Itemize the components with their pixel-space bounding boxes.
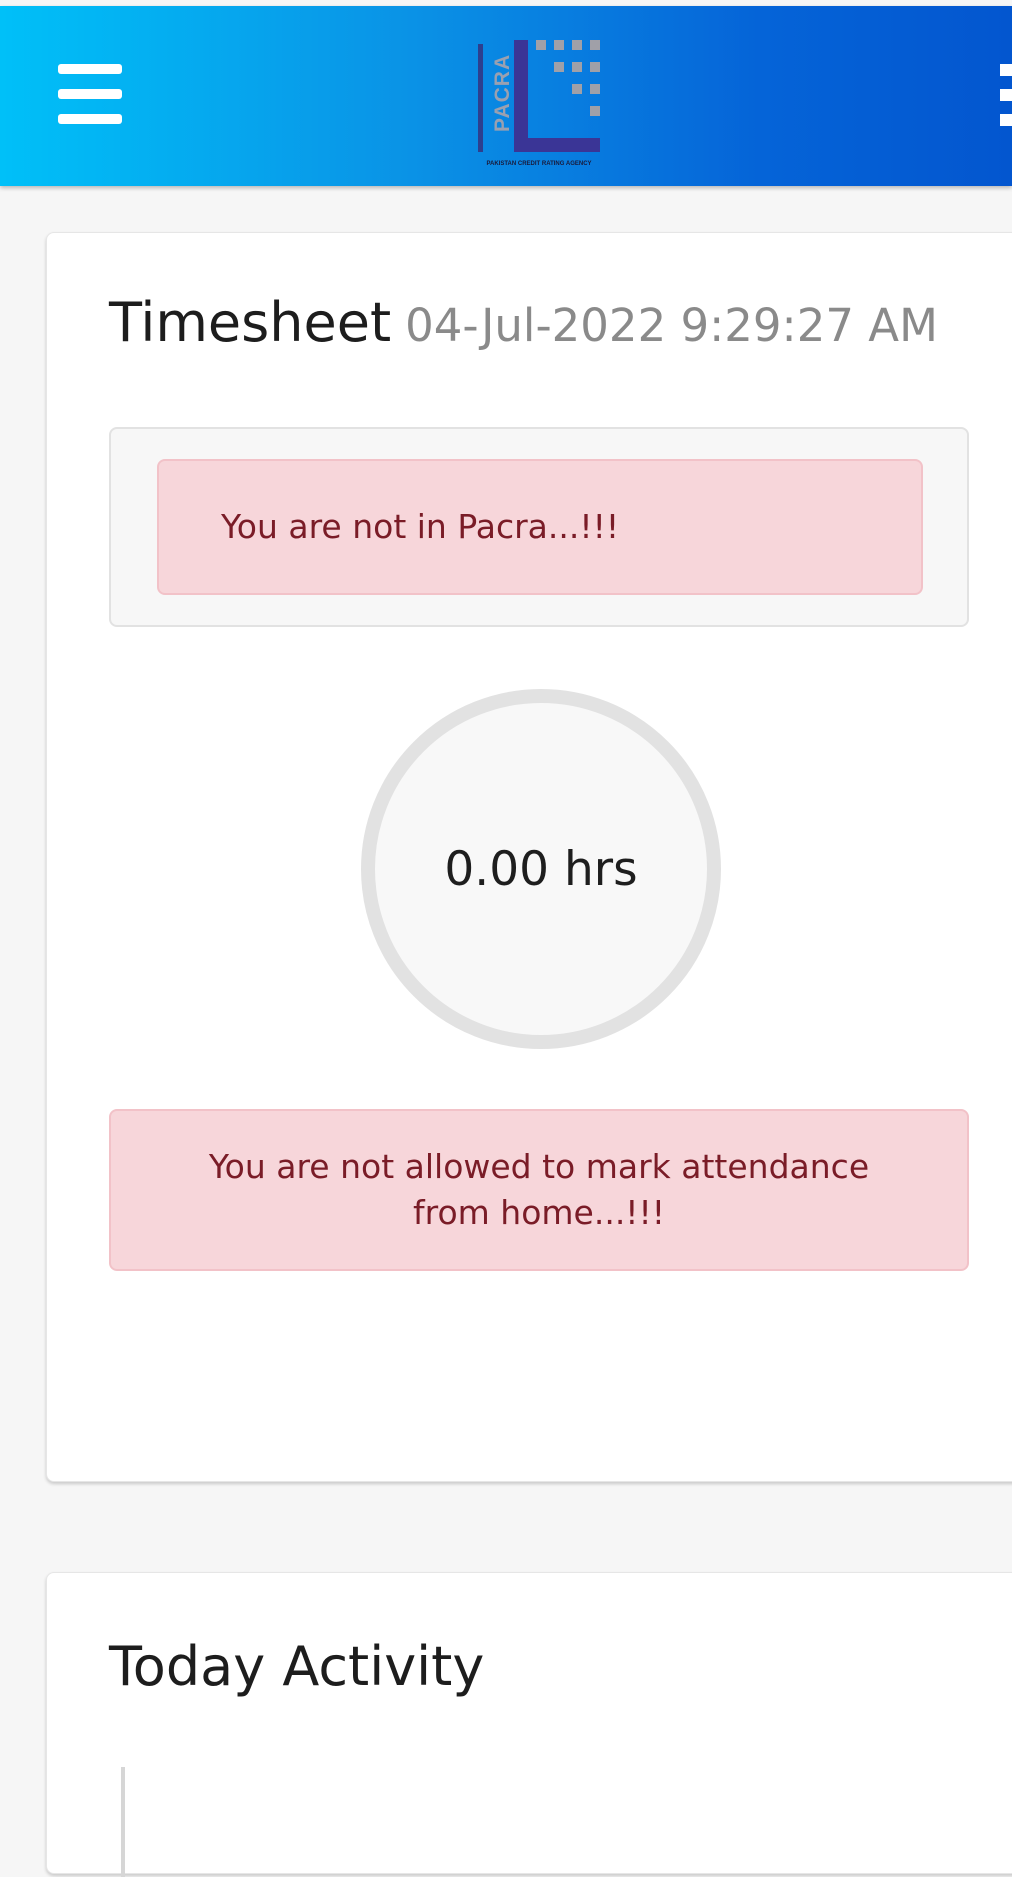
- activity-timeline-line: [121, 1767, 125, 1877]
- app-header: PACRA PAKISTAN CREDIT RATING AGENCY: [0, 6, 1012, 186]
- today-activity-card: Today Activity: [46, 1572, 1012, 1877]
- logo-tagline: PAKISTAN CREDIT RATING AGENCY: [486, 161, 591, 167]
- timesheet-card: Timesheet 04-Jul-2022 9:29:27 AM You are …: [46, 232, 1012, 1482]
- logo-wordmark: PACRA: [491, 54, 514, 132]
- hamburger-menu-icon[interactable]: [58, 64, 122, 124]
- hours-counter: 0.00 hrs: [361, 689, 721, 1049]
- vertical-ellipsis-icon[interactable]: [1000, 64, 1012, 126]
- today-activity-title: Today Activity: [109, 1635, 485, 1698]
- timesheet-title: Timesheet: [109, 291, 392, 354]
- attendance-alert: You are not allowed to mark attendance f…: [109, 1109, 969, 1271]
- location-status-panel: You are not in Pacra...!!!: [109, 427, 969, 627]
- location-alert: You are not in Pacra...!!!: [157, 459, 923, 595]
- timesheet-header: Timesheet 04-Jul-2022 9:29:27 AM: [109, 291, 938, 354]
- timesheet-datetime: 04-Jul-2022 9:29:27 AM: [405, 299, 938, 352]
- pacra-logo: PACRA PAKISTAN CREDIT RATING AGENCY: [478, 40, 600, 167]
